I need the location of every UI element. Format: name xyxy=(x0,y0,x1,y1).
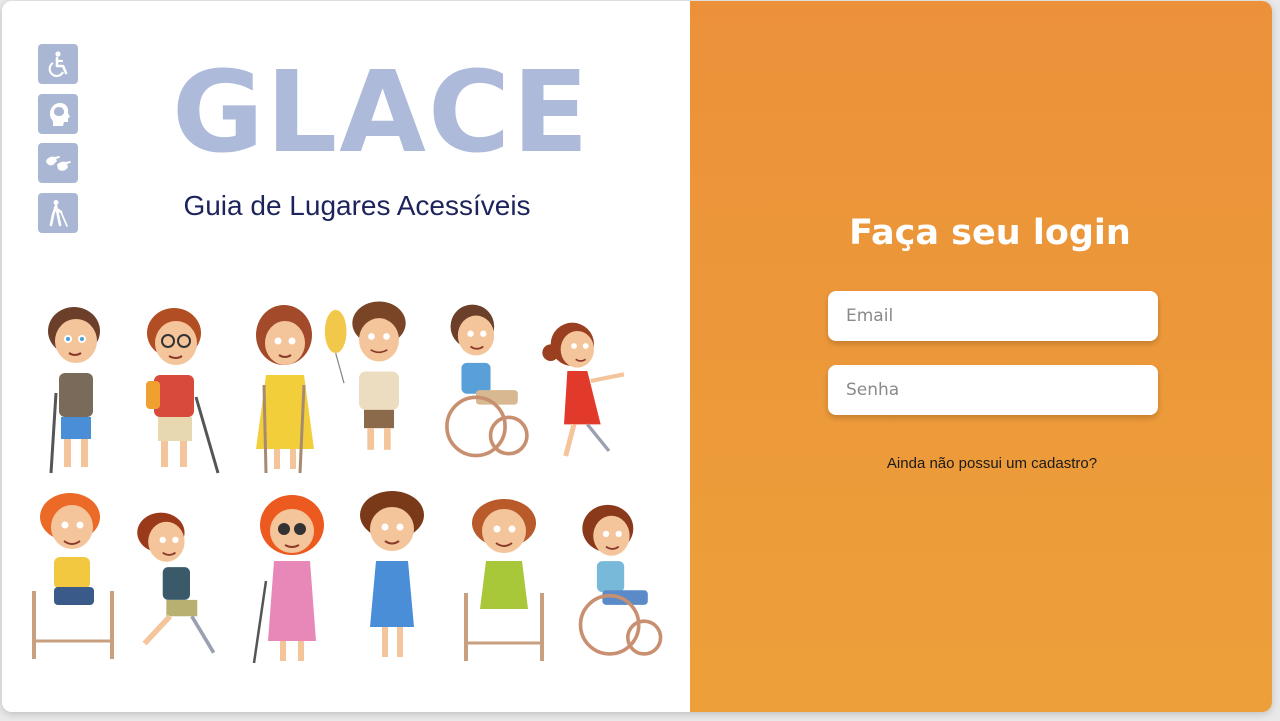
kid-green-dress-wheelchair-illustration xyxy=(464,499,544,661)
kid-with-glasses-illustration xyxy=(146,308,220,474)
kid-with-crutches-illustration xyxy=(256,305,314,474)
kid-blue-dress-illustration xyxy=(360,491,424,657)
logo-title: GLACE xyxy=(172,48,591,178)
password-field[interactable] xyxy=(828,365,1158,415)
girl-in-wheelchair-illustration xyxy=(578,504,663,656)
branding-panel: GLACE Guia de Lugares Acessíveis xyxy=(2,1,690,712)
login-panel: Faça seu login Ainda não possui um cadas… xyxy=(690,1,1272,712)
app-window: GLACE Guia de Lugares Acessíveis Faça se… xyxy=(2,1,1272,712)
kid-with-cane-illustration xyxy=(48,307,100,474)
kid-with-prosthetic-leg-illustration xyxy=(542,322,625,457)
cognitive-head-icon xyxy=(38,93,78,134)
email-field[interactable] xyxy=(828,291,1158,341)
kid-in-wheelchair-illustration xyxy=(445,304,529,458)
kid-running-prosthetic-illustration xyxy=(137,512,216,654)
signup-link[interactable]: Ainda não possui um cadastro? xyxy=(690,455,1272,472)
sign-language-icon xyxy=(38,143,78,183)
kid-with-dark-glasses-illustration xyxy=(252,495,324,664)
accessibility-icons xyxy=(38,44,79,242)
wheelchair-icon xyxy=(38,44,78,84)
kid-with-balloon-illustration xyxy=(324,301,406,450)
login-title: Faça seu login xyxy=(849,213,1131,253)
blind-cane-icon xyxy=(38,192,78,233)
logo-subtitle: Guia de Lugares Acessíveis xyxy=(183,190,531,221)
children-illustration xyxy=(14,281,678,681)
kid-orange-hair-wheelchair-illustration xyxy=(32,493,114,659)
